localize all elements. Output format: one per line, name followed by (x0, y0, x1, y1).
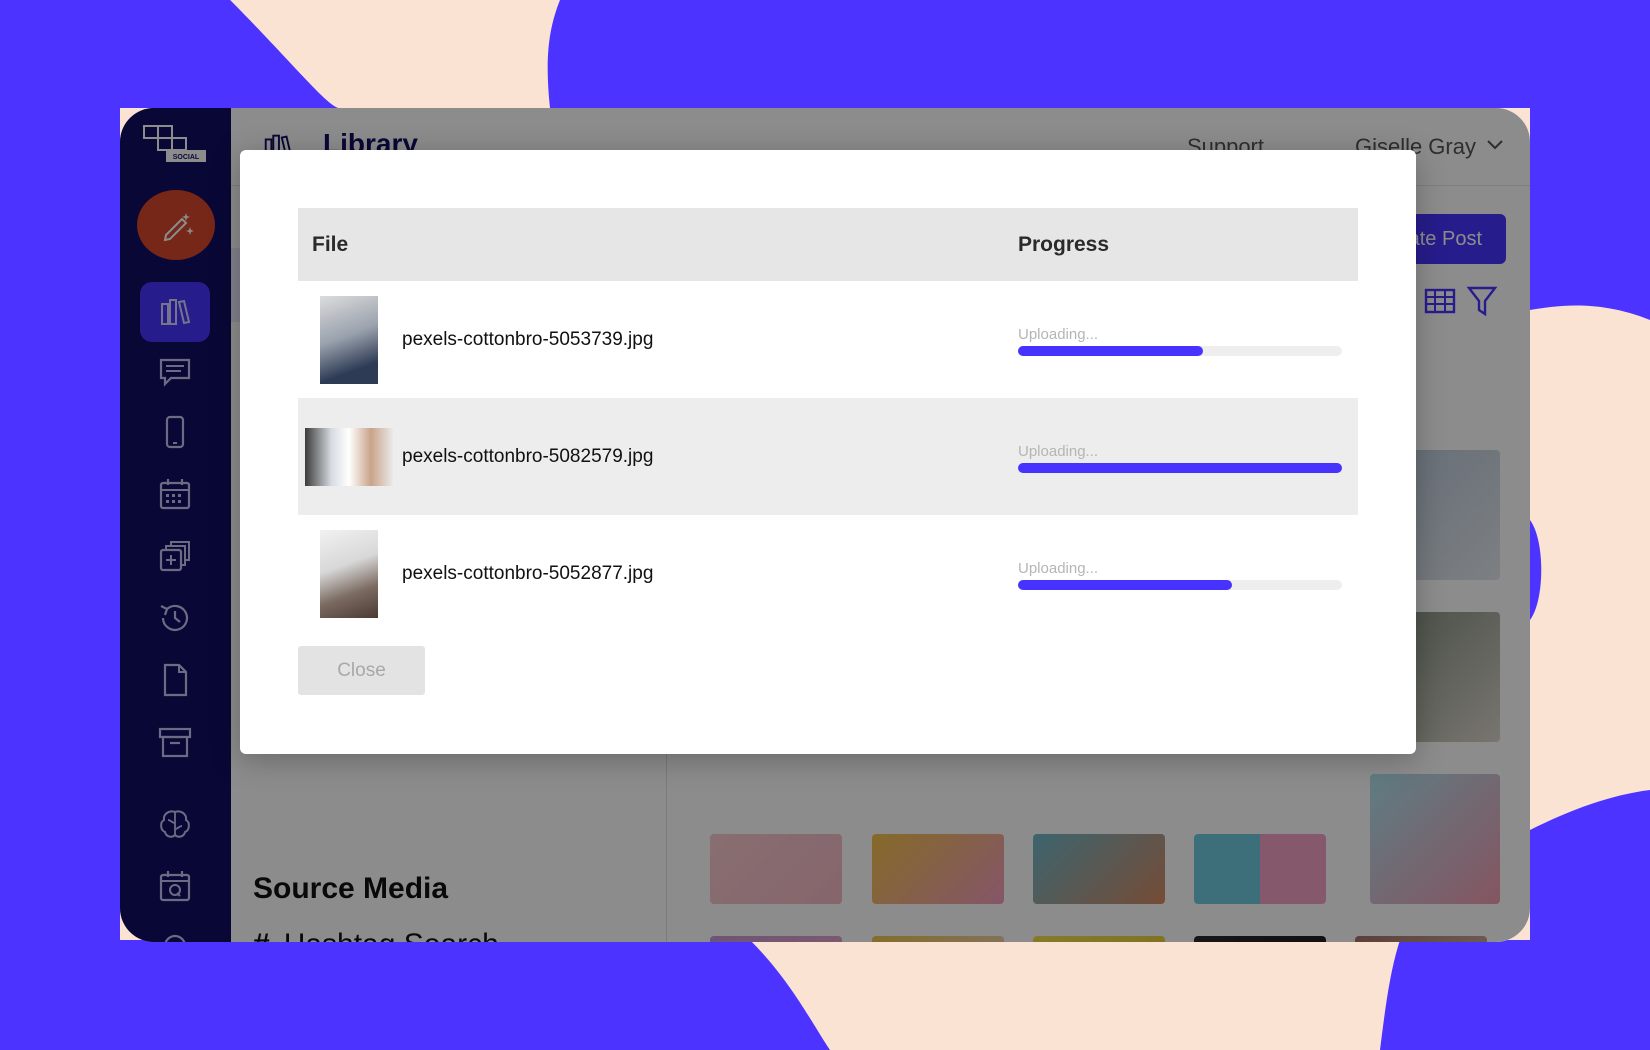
table-header: File Progress (298, 208, 1358, 281)
file-thumbnail (298, 398, 400, 515)
progress-bar (1018, 345, 1342, 356)
progress-cell: Uploading... (1018, 558, 1358, 590)
progress-bar (1018, 462, 1342, 473)
upload-row: pexels-cottonbro-5082579.jpg Uploading..… (298, 398, 1358, 515)
file-name: pexels-cottonbro-5082579.jpg (402, 445, 654, 467)
progress-bar (1018, 579, 1342, 590)
file-name: pexels-cottonbro-5053739.jpg (402, 328, 654, 350)
close-button[interactable]: Close (298, 646, 425, 695)
file-thumbnail (298, 515, 400, 632)
progress-column-header: Progress (1018, 232, 1110, 256)
file-name: pexels-cottonbro-5052877.jpg (402, 562, 654, 584)
file-column-header: File (312, 232, 349, 256)
progress-fill (1018, 345, 1203, 356)
upload-row: pexels-cottonbro-5053739.jpg Uploading..… (298, 281, 1358, 398)
progress-fill (1018, 462, 1342, 473)
upload-progress-modal: File Progress pexels-cottonbro-5053739.j… (240, 150, 1416, 754)
upload-status: Uploading... (1018, 442, 1099, 460)
upload-table: File Progress pexels-cottonbro-5053739.j… (298, 208, 1358, 632)
progress-cell: Uploading... (1018, 324, 1358, 356)
progress-fill (1018, 579, 1232, 590)
file-thumbnail (298, 281, 400, 398)
upload-status: Uploading... (1018, 559, 1099, 577)
upload-row: pexels-cottonbro-5052877.jpg Uploading..… (298, 515, 1358, 632)
upload-status: Uploading... (1018, 325, 1099, 343)
progress-cell: Uploading... (1018, 441, 1358, 473)
